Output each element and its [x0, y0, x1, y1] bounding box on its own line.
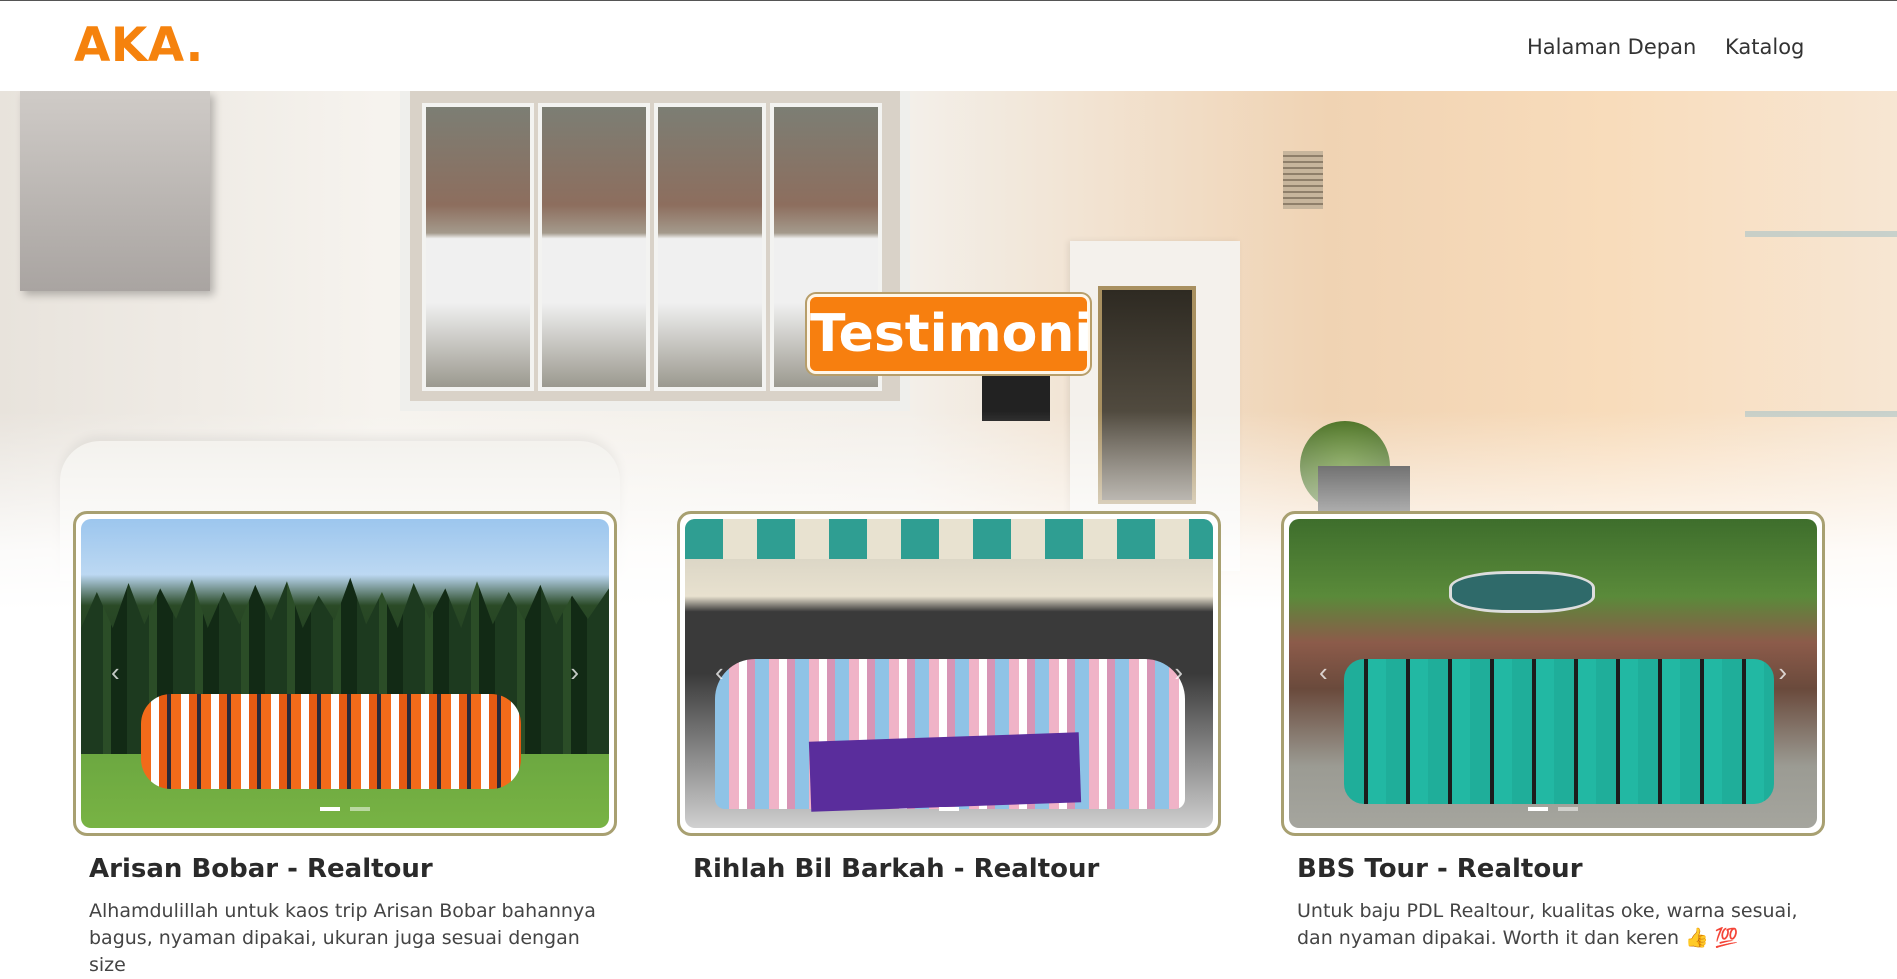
testimonial-text: Untuk baju PDL Realtour, kualitas oke, w…	[1297, 900, 1798, 949]
testimonial-card: ‹ › Arisan Bobar - Realtour Alhamdulilla…	[73, 511, 617, 979]
testimonial-photo: ‹ ›	[1289, 519, 1817, 828]
carousel-prev-icon[interactable]: ‹	[111, 657, 120, 688]
testimonial-carousel: ‹ ›	[677, 511, 1221, 836]
testimonial-text: Alhamdulillah untuk kaos trip Arisan Bob…	[89, 900, 596, 976]
carousel-indicators	[81, 798, 609, 816]
testimonial-photo: ‹ ›	[81, 519, 609, 828]
testimonial-title: Arisan Bobar - Realtour	[89, 854, 433, 884]
testimonial-carousel: ‹ ›	[73, 511, 617, 836]
carousel-dot[interactable]	[1558, 807, 1579, 811]
carousel-indicators	[685, 798, 1213, 816]
testimonial-card: ‹ › BBS Tour - Realtour Untuk baju PDL R…	[1281, 511, 1825, 952]
nav-link-halaman-depan[interactable]: Halaman Depan	[1527, 35, 1696, 59]
testimonial-title: BBS Tour - Realtour	[1297, 854, 1583, 884]
carousel-dot[interactable]	[319, 807, 340, 811]
carousel-next-icon[interactable]: ›	[1778, 657, 1787, 688]
carousel-next-icon[interactable]: ›	[1174, 657, 1183, 688]
testimonial-title: Rihlah Bil Barkah - Realtour	[693, 854, 1100, 884]
air-vent	[1283, 151, 1323, 209]
carousel-prev-icon[interactable]: ‹	[1319, 657, 1328, 688]
carousel-prev-icon[interactable]: ‹	[715, 657, 724, 688]
navbar: AKA. Halaman Depan Katalog	[0, 0, 1897, 91]
carousel-indicators	[1289, 798, 1817, 816]
carousel-dot[interactable]	[350, 807, 371, 811]
wall-painting	[20, 91, 210, 291]
testimonial-photo: ‹ ›	[685, 519, 1213, 828]
testimonial-carousel: ‹ ›	[1281, 511, 1825, 836]
carousel-dot[interactable]	[1527, 807, 1548, 811]
nav-link-katalog[interactable]: Katalog	[1725, 35, 1804, 59]
glass-shelf	[1745, 231, 1897, 237]
hero-title: Testimoni	[807, 293, 1092, 374]
carousel-dot[interactable]	[939, 807, 959, 811]
brand-logo[interactable]: AKA.	[74, 18, 204, 73]
carousel-next-icon[interactable]: ›	[570, 657, 579, 688]
testimonial-card: ‹ › Rihlah Bil Barkah - Realtour	[677, 511, 1221, 898]
